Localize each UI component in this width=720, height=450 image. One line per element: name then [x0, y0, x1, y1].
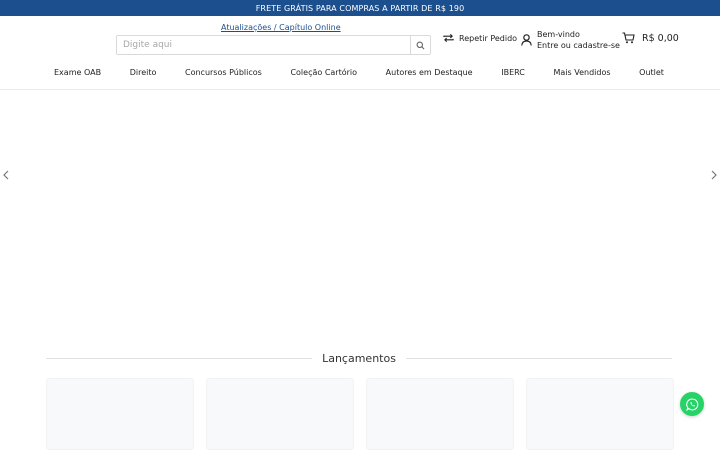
main-nav: Exame OAB Direito Concursos Públicos Col… [46, 62, 672, 82]
promo-bar: FRETE GRÁTIS PARA COMPRAS A PARTIR DE R$… [0, 0, 720, 16]
section-title: Lançamentos [322, 352, 396, 365]
promo-text: FRETE GRÁTIS PARA COMPRAS A PARTIR DE R$… [255, 3, 465, 13]
nav-item-outlet[interactable]: Outlet [639, 68, 664, 77]
product-card[interactable] [366, 378, 514, 450]
search-icon [416, 41, 425, 49]
nav-item-mais-vendidos[interactable]: Mais Vendidos [554, 68, 611, 77]
cart-icon [622, 32, 635, 44]
search-box [116, 35, 431, 55]
whatsapp-button[interactable] [680, 392, 704, 416]
search-button[interactable] [410, 36, 430, 54]
banner-prev-button[interactable] [1, 169, 11, 181]
nav-item-direito[interactable]: Direito [130, 68, 157, 77]
product-card[interactable] [46, 378, 194, 450]
chevron-right-icon [711, 170, 717, 180]
nav-item-colecao-cartorio[interactable]: Coleção Cartório [290, 68, 357, 77]
account-greeting: Bem-vindo [537, 30, 580, 39]
section-header: Lançamentos [46, 352, 673, 365]
account-action: Entre ou cadastre-se [537, 41, 620, 50]
section-divider-left [46, 358, 313, 359]
account-text: Bem-vindo Entre ou cadastre-se [537, 29, 620, 51]
product-card[interactable] [206, 378, 354, 450]
repeat-order-button[interactable]: Repetir Pedido [443, 33, 517, 43]
banner-next-button[interactable] [709, 169, 719, 181]
section-divider-right [405, 358, 673, 359]
nav-item-iberc[interactable]: IBERC [501, 68, 525, 77]
chevron-left-icon [3, 170, 9, 180]
whatsapp-icon [685, 398, 698, 411]
user-icon [521, 34, 532, 46]
nav-divider [0, 89, 720, 90]
cart-button[interactable]: R$ 0,00 [622, 32, 679, 44]
cart-total: R$ 0,00 [642, 32, 679, 44]
search-input[interactable] [117, 36, 410, 54]
product-card[interactable] [526, 378, 674, 450]
nav-item-autores-em-destaque[interactable]: Autores em Destaque [386, 68, 473, 77]
account-button[interactable]: Bem-vindo Entre ou cadastre-se [521, 29, 620, 51]
nav-item-concursos-publicos[interactable]: Concursos Públicos [185, 68, 262, 77]
repeat-icon [443, 33, 454, 43]
repeat-order-label: Repetir Pedido [459, 33, 518, 43]
updates-link[interactable]: Atualizações / Capítulo Online [221, 23, 341, 32]
nav-item-exame-oab[interactable]: Exame OAB [54, 68, 101, 77]
